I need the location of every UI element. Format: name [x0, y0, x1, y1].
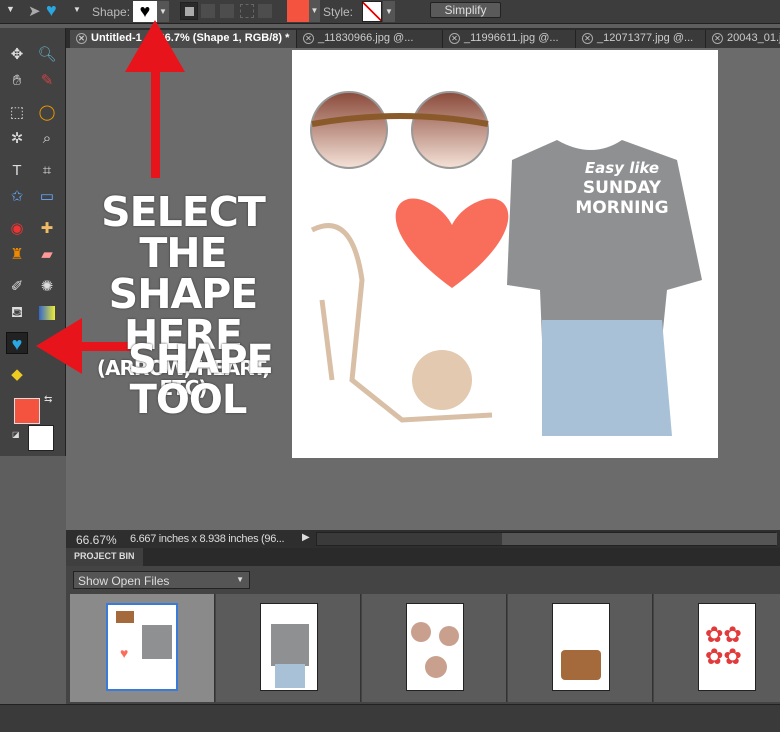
- thumbnail-image: [406, 603, 464, 691]
- chevron-down-icon: ▼: [236, 575, 244, 584]
- thumbnail-20043-01[interactable]: ✿✿ ✿✿: [654, 594, 780, 702]
- project-bin-header: PROJECT BIN: [66, 548, 780, 566]
- document-size: 6.667 inches x 8.938 inches (96...: [130, 533, 285, 545]
- status-menu-arrow-icon[interactable]: ▶: [302, 532, 310, 543]
- thumbnail-11996611[interactable]: [362, 594, 507, 702]
- dropdown-value: Show Open Files: [78, 574, 170, 588]
- zoom-level[interactable]: 66.67%: [76, 533, 117, 547]
- scrollbar-thumb[interactable]: [502, 533, 777, 545]
- bottom-bar: [0, 704, 780, 732]
- status-bar: 66.67% 6.667 inches x 8.938 inches (96..…: [66, 530, 780, 548]
- arrow-up-icon: [125, 20, 185, 178]
- annotation-line: SHAPE: [128, 337, 274, 383]
- annotation-shape-tool: SHAPE TOOL: [128, 337, 274, 423]
- project-bin-tab[interactable]: PROJECT BIN: [66, 548, 143, 566]
- thumbnail-12071377[interactable]: [508, 594, 653, 702]
- thumbnail-11830966[interactable]: [216, 594, 361, 702]
- thumbnail-untitled-1[interactable]: ♥: [70, 594, 215, 702]
- show-files-dropdown[interactable]: Show Open Files ▼: [73, 571, 250, 589]
- thumbnail-image: [260, 603, 318, 691]
- thumbnail-image: ✿✿ ✿✿: [698, 603, 756, 691]
- annotation-line: SELECT THE: [101, 188, 266, 277]
- project-bin: Show Open Files ▼ ♥ ✿✿ ✿✿: [66, 566, 780, 704]
- horizontal-scrollbar[interactable]: [316, 532, 777, 546]
- annotation-line: TOOL: [129, 377, 248, 423]
- thumbnail-image: ♥: [106, 603, 178, 691]
- thumbnail-image: [552, 603, 610, 691]
